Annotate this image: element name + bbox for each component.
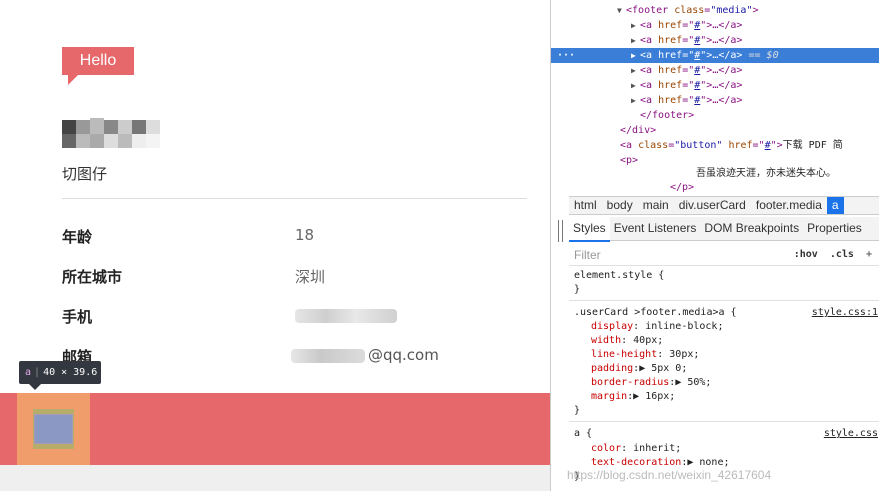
dom-node-a[interactable]: ▶ <a href="#">…</a> [551,78,879,93]
style-declaration[interactable]: margin:▶ 16px; [591,390,675,404]
tab-dom-breakpoints[interactable]: DOM Breakpoints [700,217,803,240]
style-declaration[interactable]: border-radius:▶ 50%; [591,376,711,390]
tooltip-arrow [29,384,41,390]
breadcrumb-a[interactable]: a [826,197,844,214]
expand-triangle-icon[interactable]: ▶ [631,18,640,33]
dom-node-div-close[interactable]: </div> [551,123,879,138]
hello-badge-tail [68,75,78,85]
dom-node-p-close[interactable]: </p> [551,180,879,195]
page-bottom-strip [0,465,550,491]
divider [62,198,527,199]
dom-breadcrumb: html body main div.userCard footer.media a [569,196,879,215]
tooltip-size: 40 × 39.6 [43,367,98,378]
tab-event-listeners[interactable]: Event Listeners [610,217,701,240]
dom-node-footer-close[interactable]: </footer> [551,108,879,123]
expand-triangle-icon[interactable]: ▶ [631,33,640,48]
city-value: 深圳 [295,268,326,286]
age-label: 年龄 [62,228,93,246]
expand-triangle-icon[interactable]: ▶ [631,48,640,63]
breadcrumb-html[interactable]: html [569,197,602,214]
rule-source-link[interactable]: style.css:1 [812,306,878,320]
username: 切图仔 [62,165,108,183]
cls-toggle[interactable]: .cls [830,249,854,260]
rule-separator [569,421,879,422]
style-declaration[interactable]: display: inline-block; [591,320,723,334]
tooltip-tag: a [25,367,32,378]
panel-splitter-handle[interactable] [558,220,563,242]
dom-node-a[interactable]: ▶ <a href="#">…</a> [551,33,879,48]
hov-toggle[interactable]: :hov [794,249,818,260]
expand-triangle-icon[interactable]: ▶ [631,78,640,93]
rule-close: } [574,405,581,416]
rule-selector[interactable]: a { [574,427,592,441]
style-declaration[interactable]: width: 40px; [591,334,663,348]
age-value: 18 [295,226,315,244]
filter-placeholder: Filter [574,248,601,262]
dom-node-footer[interactable]: ▼ <footer class="media"> [551,3,879,18]
style-declaration[interactable]: color: inherit; [591,442,681,456]
more-options-icon[interactable]: ··· [557,48,575,63]
breadcrumb-main[interactable]: main [638,197,674,214]
style-declaration[interactable]: line-height: 30px; [591,348,699,362]
phone-label: 手机 [62,308,93,326]
phone-value-blurred [295,309,397,323]
rule-source-link[interactable]: style.css [824,427,878,441]
element-style-selector[interactable]: element.style { [574,269,664,283]
hello-badge: Hello [62,47,134,75]
dom-node-a-selected[interactable]: ··· ▶ <a href="#">…</a> == $0 [551,48,879,63]
email-domain: @qq.com [368,346,439,364]
devtools-panel: ▼ <footer class="media"> ▶ <a href="#">…</… [550,0,879,491]
dom-text-node[interactable]: 吾虽浪迹天涯，亦未迷失本心。 [551,166,879,181]
breadcrumb-footer-media[interactable]: footer.media [751,197,827,214]
footer-link-highlighted[interactable] [34,414,73,444]
dom-node-a[interactable]: ▶ <a href="#">…</a> [551,18,879,33]
tab-properties[interactable]: Properties [803,217,866,240]
dom-node-a[interactable]: ▶ <a href="#">…</a> [551,93,879,108]
dom-node-a[interactable]: ▶ <a href="#">…</a> [551,63,879,78]
blurred-avatar-name [52,115,172,155]
style-declaration[interactable]: padding:▶ 5px 0; [591,362,687,376]
element-inspect-tooltip: a | 40 × 39.6 [19,361,101,384]
rule-separator [569,300,879,301]
element-style-close: } [574,284,581,295]
styles-filter-input[interactable]: Filter :hov .cls + [569,244,879,266]
collapse-triangle-icon[interactable]: ▼ [617,3,626,18]
email-value-blurred [291,349,365,363]
rule-selector[interactable]: .userCard >footer.media>a { [574,306,737,320]
expand-triangle-icon[interactable]: ▶ [631,63,640,78]
city-label: 所在城市 [62,268,123,286]
watermark: https://blog.csdn.net/weixin_42617604 [567,468,772,482]
dom-node-a-button[interactable]: <a class="button" href="#">下载 PDF 简 [551,138,879,153]
tab-styles[interactable]: Styles [569,217,610,242]
expand-triangle-icon[interactable]: ▶ [631,93,640,108]
breadcrumb-body[interactable]: body [602,197,638,214]
styles-pane: element.style { } .userCard >footer.medi… [569,266,879,491]
page-viewport: Hello 切图仔 年龄 18 所在城市 深圳 手机 邮箱 @qq.com a |… [0,0,550,491]
new-rule-button[interactable]: + [866,249,872,260]
sidebar-tabs: Styles Event Listeners DOM Breakpoints Prop… [569,217,879,242]
breadcrumb-div-usercard[interactable]: div.userCard [674,197,751,214]
